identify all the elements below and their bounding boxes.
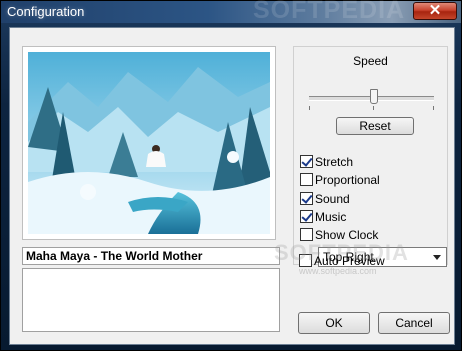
checkbox-empty[interactable] [300,173,313,187]
proportional-checkbox-row[interactable]: Proportional [300,172,380,187]
dialog-body: Maha Maya - The World Mother Speed Reset… [9,27,455,345]
checkmark-icon[interactable] [300,210,313,224]
ok-button[interactable]: OK [298,312,370,334]
configuration-window: Configuration SOFTPEDIA ✕ Maha Maya - Th… [0,0,462,351]
sound-checkbox-row[interactable]: Sound [300,191,350,206]
checkmark-icon[interactable] [300,192,313,206]
stretch-checkbox-row[interactable]: Stretch [300,154,353,169]
stretch-label: Stretch [315,154,354,169]
window-title: Configuration [7,4,85,19]
chevron-down-icon[interactable] [433,255,441,260]
music-checkbox-row[interactable]: Music [300,209,346,224]
theme-description-field[interactable] [22,268,280,332]
slider-tick [373,106,374,110]
speed-label: Speed [353,54,388,68]
theme-title-field: Maha Maya - The World Mother [22,247,280,265]
slider-tick [433,106,434,110]
options-group: Speed Reset Stretch Proportional Sound M… [293,46,448,267]
speed-slider-thumb[interactable] [370,89,378,104]
preview-image [28,52,270,234]
sound-label: Sound [315,191,350,206]
softpedia-url-watermark: www.softpedia.com [299,266,377,276]
close-button[interactable]: ✕ [413,2,457,20]
proportional-label: Proportional [315,172,380,187]
softpedia-watermark: SOFTPEDIA [274,240,409,265]
title-watermark: SOFTPEDIA [253,0,406,24]
music-label: Music [315,209,347,224]
checkmark-icon[interactable] [300,155,313,169]
cancel-button[interactable]: Cancel [378,312,450,334]
preview-frame [22,46,276,240]
slider-tick [309,106,310,110]
reset-button[interactable]: Reset [336,117,414,135]
title-bar[interactable]: Configuration SOFTPEDIA ✕ [1,0,461,24]
close-icon: ✕ [428,2,442,19]
